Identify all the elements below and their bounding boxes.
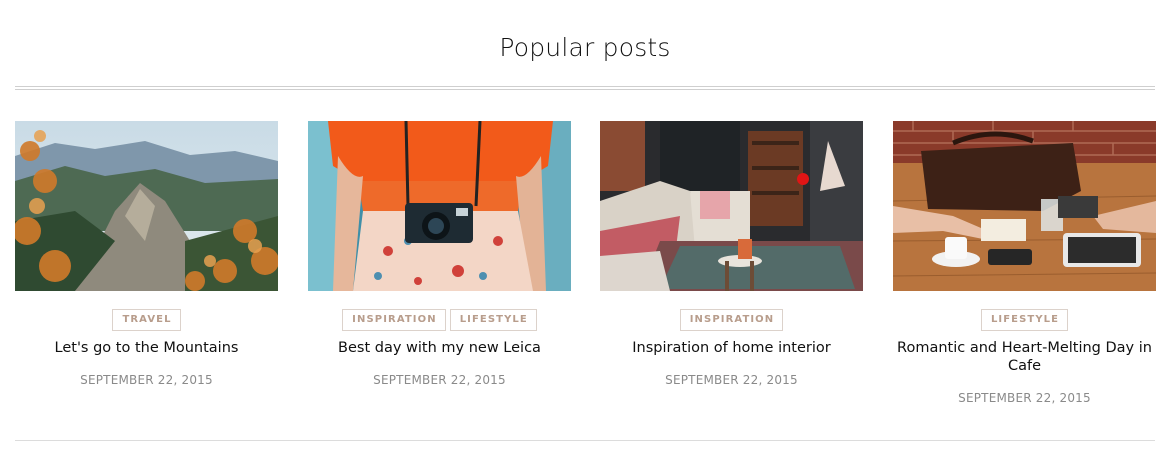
tag-list: INSPIRATION LIFESTYLE [308, 309, 571, 331]
post-title-link[interactable]: Romantic and Heart-Melting Day in Cafe [893, 339, 1156, 375]
mountain-landscape-image[interactable] [15, 121, 278, 291]
category-tag[interactable]: LIFESTYLE [980, 309, 1069, 331]
post-date: SEPTEMBER 22, 2015 [958, 391, 1091, 405]
tag-list: TRAVEL [15, 309, 278, 331]
category-tag[interactable]: INSPIRATION [342, 309, 446, 331]
tag-list: INSPIRATION [600, 309, 863, 331]
bottom-divider [15, 440, 1155, 441]
post-date: SEPTEMBER 22, 2015 [373, 373, 506, 387]
category-tag[interactable]: INSPIRATION [679, 309, 784, 331]
popular-posts-section: Popular posts TRAVEL Let's go to the Mou… [15, 0, 1156, 456]
post-card: INSPIRATION LIFESTYLE Best day with my n… [308, 121, 571, 387]
cafe-table-image[interactable] [893, 121, 1156, 291]
post-card: LIFESTYLE Romantic and Heart-Melting Day… [893, 121, 1156, 405]
post-title-link[interactable]: Inspiration of home interior [600, 339, 863, 357]
living-room-image[interactable] [600, 121, 863, 291]
tag-list: LIFESTYLE [893, 309, 1156, 331]
post-card: INSPIRATION Inspiration of home interior… [600, 121, 863, 387]
post-date: SEPTEMBER 22, 2015 [80, 373, 213, 387]
double-divider [15, 86, 1155, 90]
section-title: Popular posts [499, 33, 671, 62]
post-title-link[interactable]: Best day with my new Leica [308, 339, 571, 357]
camera-woman-image[interactable] [308, 121, 571, 291]
post-card: TRAVEL Let's go to the Mountains SEPTEMB… [15, 121, 278, 387]
category-tag[interactable]: LIFESTYLE [449, 309, 537, 331]
category-tag[interactable]: TRAVEL [112, 309, 181, 331]
post-date: SEPTEMBER 22, 2015 [665, 373, 798, 387]
post-title-link[interactable]: Let's go to the Mountains [15, 339, 278, 357]
